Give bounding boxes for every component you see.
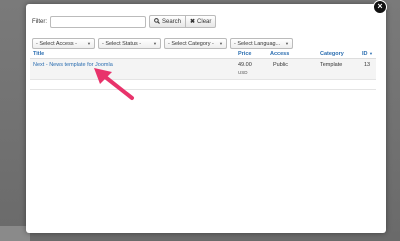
row-id: 13 — [364, 62, 371, 68]
select-language-label: - Select Languag... — [234, 40, 281, 47]
select-language[interactable]: - Select Languag... ▼ — [230, 38, 293, 49]
table-row-empty — [30, 80, 376, 90]
header-price[interactable]: Price — [238, 51, 251, 57]
table-header: Title Price Access Category ID ▼ — [30, 49, 376, 59]
close-icon: × — [377, 1, 383, 11]
chevron-down-icon: ▼ — [87, 41, 91, 46]
clear-icon: ✖ — [190, 19, 196, 25]
sort-desc-icon: ▼ — [369, 51, 373, 56]
filter-selects: - Select Access - ▼ - Select Status - ▼ … — [32, 38, 293, 49]
filter-label: Filter: — [32, 18, 47, 25]
row-price-amount: 49.00 — [238, 62, 252, 68]
items-table: Title Price Access Category ID ▼ Next - … — [30, 49, 376, 90]
clear-button-label: Clear — [197, 18, 212, 25]
close-button[interactable]: × — [373, 0, 387, 14]
header-id[interactable]: ID ▼ — [362, 51, 373, 57]
search-button-label: Search — [162, 18, 182, 25]
row-access: Public — [273, 62, 288, 68]
filter-input[interactable] — [50, 15, 146, 28]
header-access[interactable]: Access — [270, 51, 289, 57]
select-access[interactable]: - Select Access - ▼ — [32, 38, 95, 49]
select-category-label: - Select Category - — [168, 40, 214, 47]
row-category: Template — [320, 62, 343, 68]
select-status-label: - Select Status - — [102, 40, 142, 47]
filter-bar: Filter: Search ✖ Clear — [32, 15, 217, 28]
chevron-down-icon: ▼ — [153, 41, 157, 46]
row-price-currency: USD — [238, 70, 248, 75]
header-category[interactable]: Category — [320, 51, 344, 57]
select-category[interactable]: - Select Category - ▼ — [164, 38, 227, 49]
filter-button-group: Search ✖ Clear — [149, 15, 217, 28]
select-access-label: - Select Access - — [36, 40, 77, 47]
chevron-down-icon: ▼ — [219, 41, 223, 46]
clear-button[interactable]: ✖ Clear — [186, 15, 217, 28]
search-button[interactable]: Search — [149, 15, 187, 28]
header-id-label: ID — [362, 51, 368, 57]
annotation-arrow — [94, 68, 134, 100]
header-title[interactable]: Title — [33, 51, 44, 57]
table-row: Next - News template for Joomla 49.00 US… — [30, 59, 376, 80]
row-price: 49.00 USD — [238, 62, 252, 77]
chevron-down-icon: ▼ — [285, 41, 289, 46]
search-icon — [154, 17, 160, 26]
select-status[interactable]: - Select Status - ▼ — [98, 38, 161, 49]
